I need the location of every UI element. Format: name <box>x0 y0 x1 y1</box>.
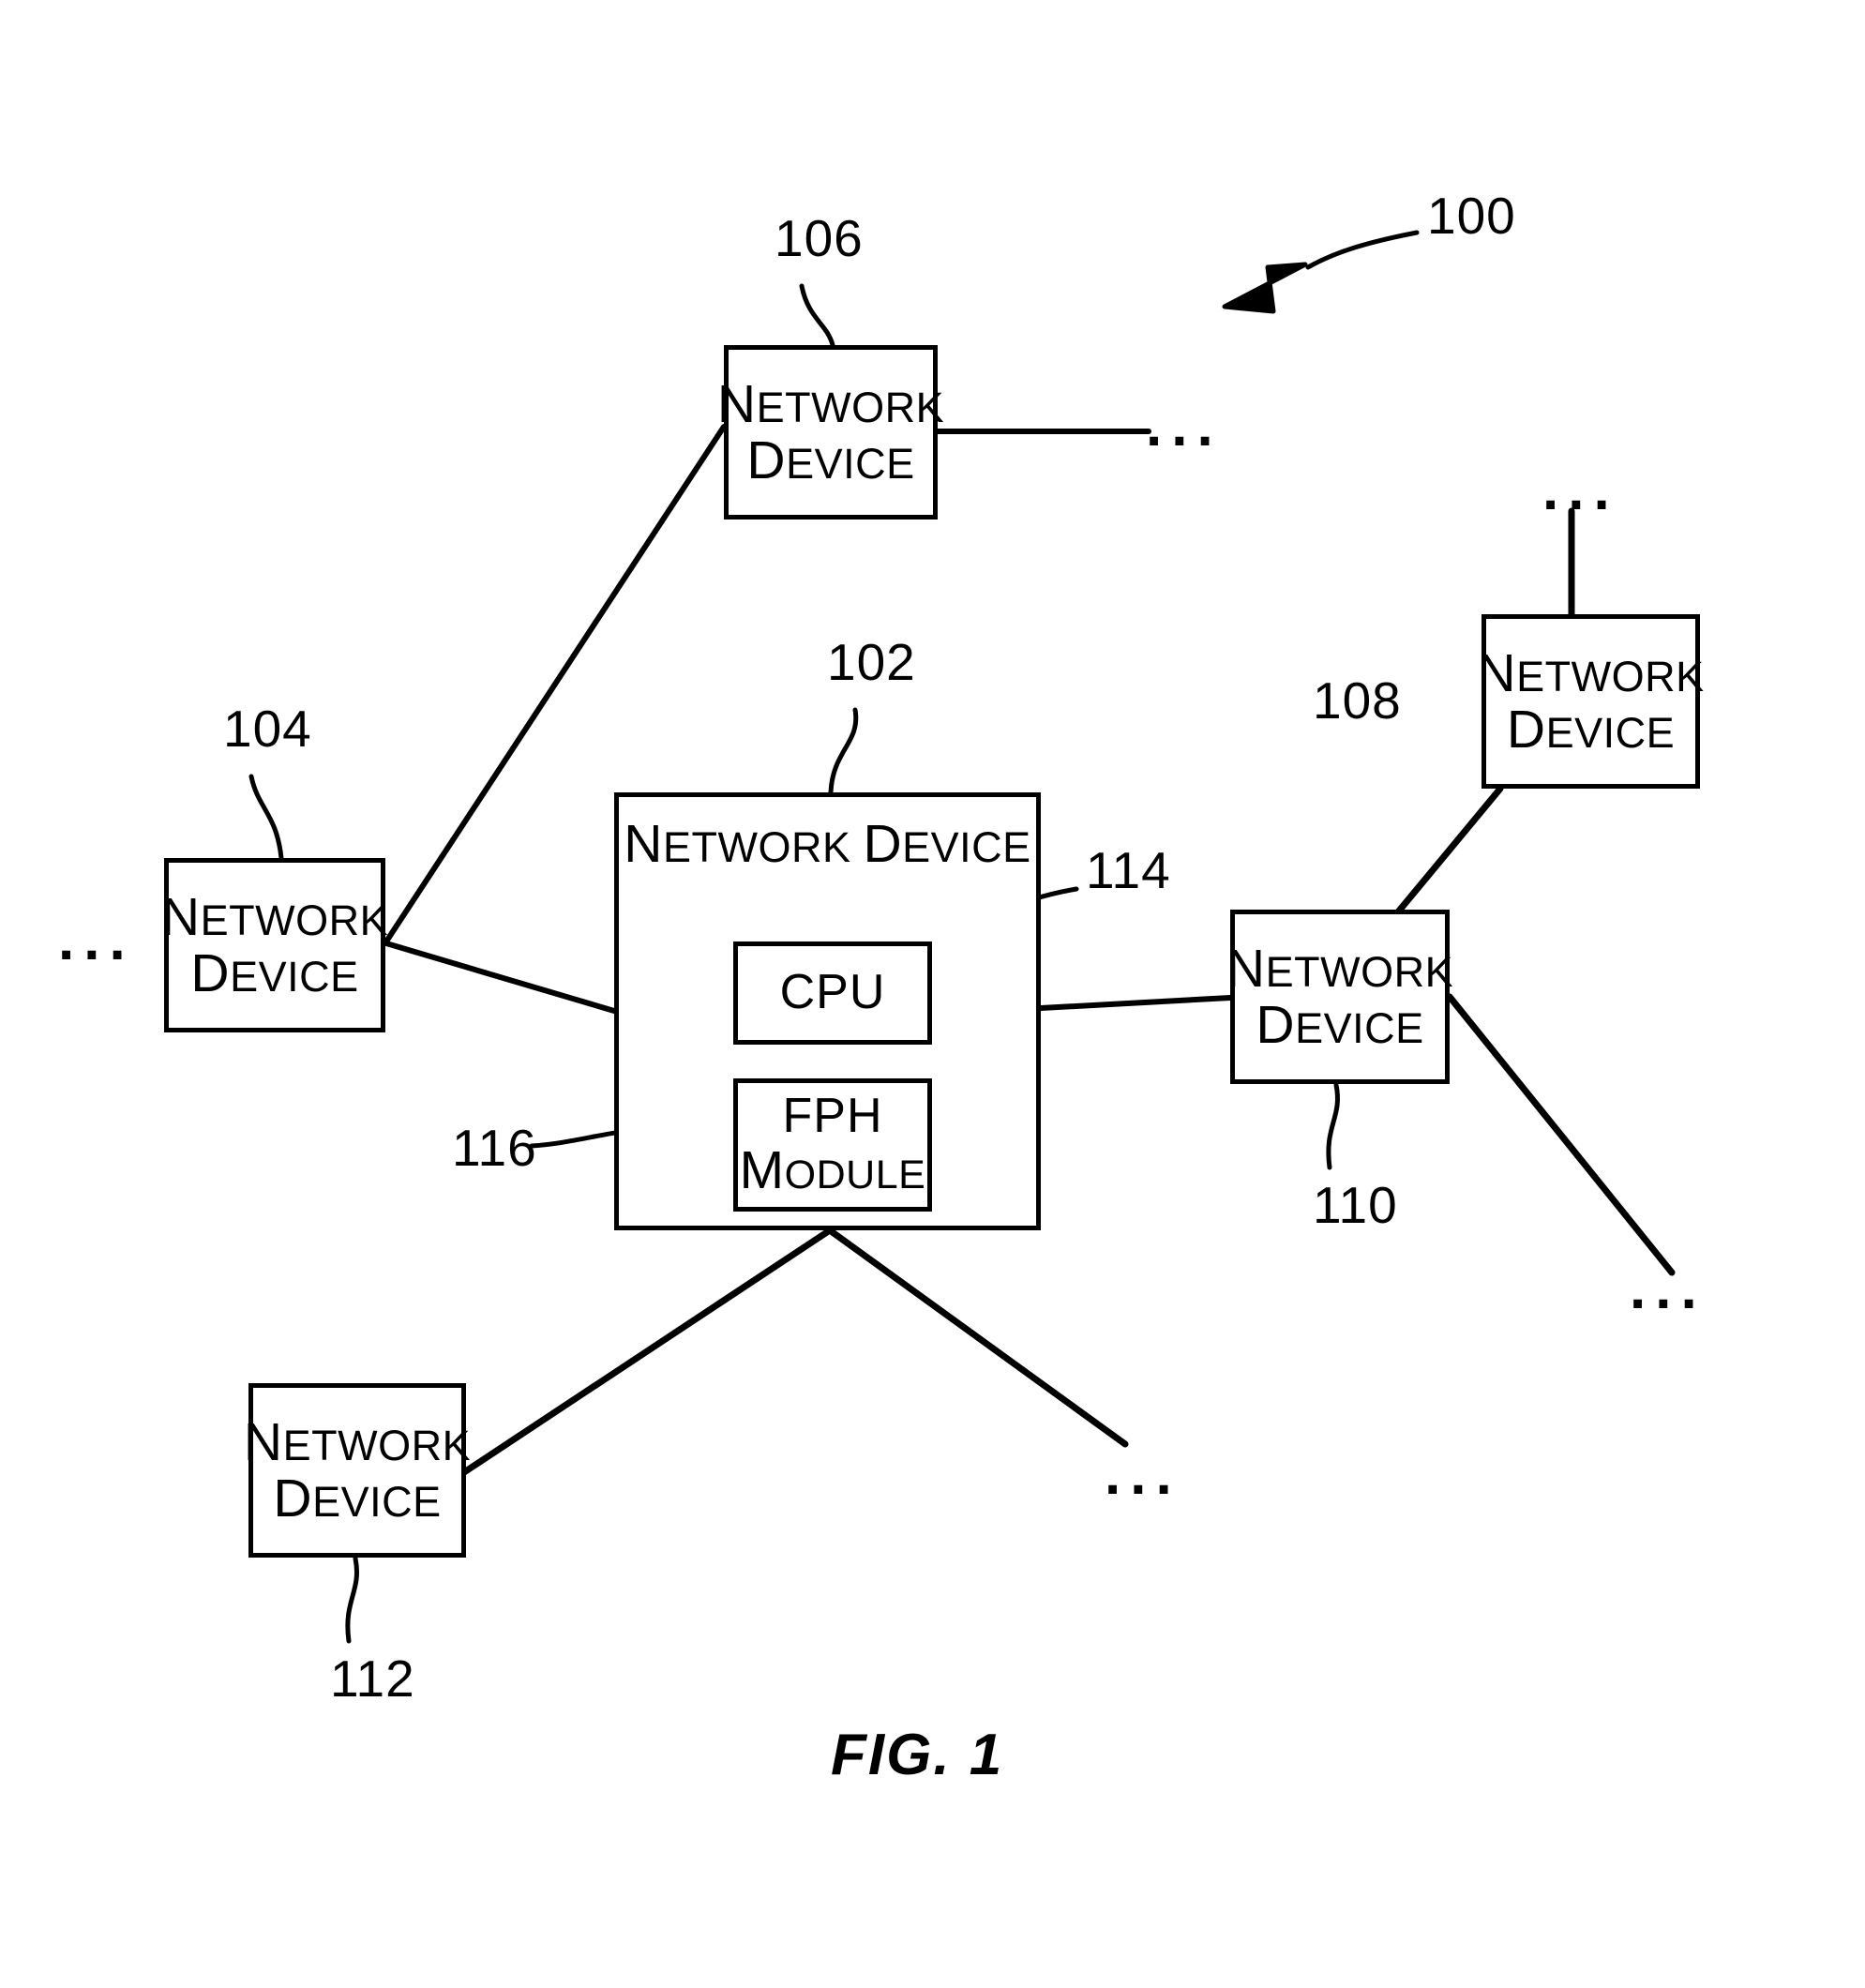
patent-figure: 100 106 104 102 114 116 110 108 112 ... … <box>0 0 1865 1988</box>
ref-numeral-108: 108 <box>1313 671 1402 730</box>
network-device-106[interactable]: NETWORK DEVICE <box>717 345 944 520</box>
network-device-110[interactable]: NETWORK DEVICE <box>1226 910 1453 1084</box>
ref-numeral-106: 106 <box>775 209 864 267</box>
cpu-module[interactable]: CPU <box>733 941 932 1045</box>
link-110-to-ellipsis <box>1446 993 1676 1276</box>
ref-numeral-102: 102 <box>827 633 916 691</box>
ellipsis-right-of-106: ... <box>1146 394 1223 459</box>
leader-line-104 <box>248 774 284 861</box>
network-device-104-label: NETWORK DEVICE <box>160 886 389 1003</box>
link-102-to-ellipsis <box>826 1227 1129 1448</box>
leader-line-110 <box>1326 1082 1340 1170</box>
system-arrowhead-icon <box>1222 262 1308 314</box>
ref-numeral-100: 100 <box>1427 187 1516 245</box>
network-device-104[interactable]: NETWORK DEVICE <box>160 858 389 1032</box>
network-device-112-label: NETWORK DEVICE <box>243 1411 472 1529</box>
leader-line-102 <box>828 707 859 795</box>
ellipsis-left-of-104: ... <box>58 908 135 972</box>
ref-numeral-112: 112 <box>330 1649 415 1708</box>
leader-line-112 <box>345 1556 359 1644</box>
cpu-module-label: CPU <box>779 965 886 1020</box>
link-102-to-110 <box>1038 995 1233 1011</box>
network-device-102[interactable]: NETWORK DEVICE CPU FPH MODULE <box>614 792 1041 1230</box>
fph-module-label-line1: FPH <box>782 1089 883 1144</box>
ref-numeral-110: 110 <box>1313 1176 1398 1234</box>
fph-module[interactable]: FPH MODULE <box>733 1078 932 1212</box>
ellipsis-below-right-of-main: ... <box>1105 1442 1181 1507</box>
ellipsis-above-108: ... <box>1542 458 1619 522</box>
network-device-108-label: NETWORK DEVICE <box>1477 642 1705 760</box>
ellipsis-below-right-of-110: ... <box>1630 1257 1707 1321</box>
figure-caption: FIG. 1 <box>831 1723 1004 1787</box>
leader-line-106 <box>799 283 835 348</box>
network-device-102-title: NETWORK DEVICE <box>624 814 1031 874</box>
link-104-to-102 <box>384 941 617 1014</box>
ref-numeral-116: 116 <box>452 1119 537 1177</box>
ref-numeral-114: 114 <box>1086 841 1171 899</box>
network-device-106-label: NETWORK DEVICE <box>716 373 945 490</box>
link-102-to-112 <box>460 1227 834 1476</box>
fph-module-label-line2: MODULE <box>739 1140 926 1201</box>
network-device-110-label: NETWORK DEVICE <box>1226 938 1454 1055</box>
network-device-112[interactable]: NETWORK DEVICE <box>244 1383 471 1558</box>
ref-numeral-104: 104 <box>223 700 312 758</box>
network-device-108[interactable]: NETWORK DEVICE <box>1477 614 1704 789</box>
leader-line-100 <box>1305 230 1420 270</box>
